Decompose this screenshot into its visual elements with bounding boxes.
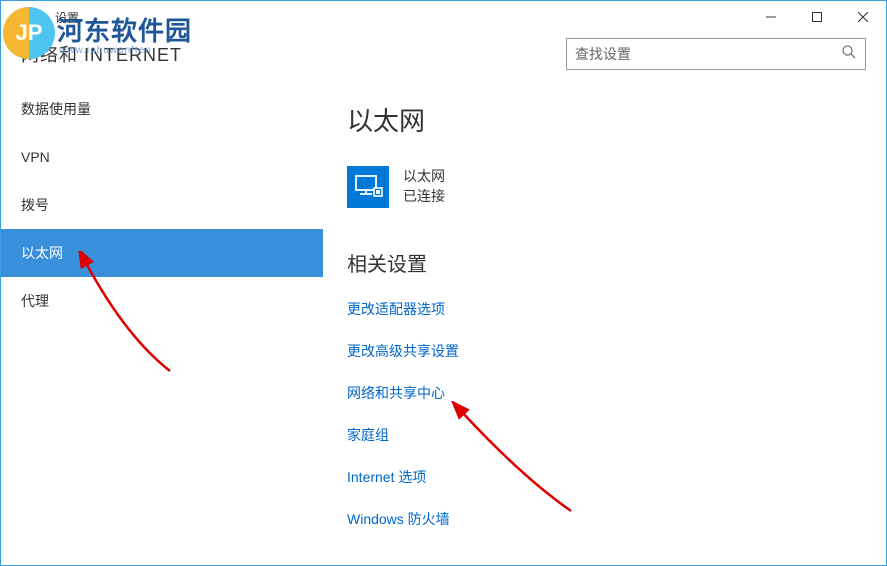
link-internet-options[interactable]: Internet 选项: [347, 467, 886, 487]
search-input[interactable]: 查找设置: [566, 38, 866, 70]
related-settings-title: 相关设置: [347, 248, 886, 277]
network-name: 以太网: [403, 167, 445, 187]
maximize-button[interactable]: [794, 1, 840, 33]
sidebar-item-label: 数据使用量: [21, 99, 91, 119]
sidebar-item-label: 拨号: [21, 195, 49, 215]
link-adapter-options[interactable]: 更改适配器选项: [347, 299, 886, 319]
window-title: 设置: [55, 9, 79, 26]
sidebar-item-ethernet[interactable]: 以太网: [1, 229, 323, 277]
search-icon: [841, 44, 857, 65]
close-button[interactable]: [840, 1, 886, 33]
page-heading: 网络和 INTERNET: [21, 41, 566, 67]
link-windows-firewall[interactable]: Windows 防火墙: [347, 509, 886, 529]
link-advanced-sharing[interactable]: 更改高级共享设置: [347, 341, 886, 361]
link-homegroup[interactable]: 家庭组: [347, 425, 886, 445]
sidebar-item-label: VPN: [21, 149, 50, 165]
network-info: 以太网 已连接: [403, 167, 445, 206]
main-panel: 以太网 以太网 已连接 相关设置 更改适配器选项 更改高级共享设置 网络和共享中…: [323, 85, 886, 565]
sidebar-item-dialup[interactable]: 拨号: [1, 181, 323, 229]
search-placeholder: 查找设置: [575, 44, 841, 64]
network-status: 已连接: [403, 187, 445, 207]
window-controls: [748, 1, 886, 33]
sidebar-item-data-usage[interactable]: 数据使用量: [1, 85, 323, 133]
back-button[interactable]: [1, 1, 51, 33]
network-item-ethernet[interactable]: 以太网 已连接: [347, 166, 886, 208]
content-area: 数据使用量 VPN 拨号 以太网 代理 以太网 以太网 已连接 相关设置: [1, 85, 886, 565]
titlebar: 设置: [1, 1, 886, 33]
section-title: 以太网: [347, 101, 886, 138]
sidebar-item-vpn[interactable]: VPN: [1, 133, 323, 181]
sidebar-item-proxy[interactable]: 代理: [1, 277, 323, 325]
sidebar-item-label: 以太网: [21, 243, 63, 263]
ethernet-icon: [347, 166, 389, 208]
link-network-sharing-center[interactable]: 网络和共享中心: [347, 383, 886, 403]
sidebar-item-label: 代理: [21, 291, 49, 311]
header-row: 网络和 INTERNET 查找设置: [1, 33, 886, 85]
sidebar: 数据使用量 VPN 拨号 以太网 代理: [1, 85, 323, 565]
minimize-button[interactable]: [748, 1, 794, 33]
